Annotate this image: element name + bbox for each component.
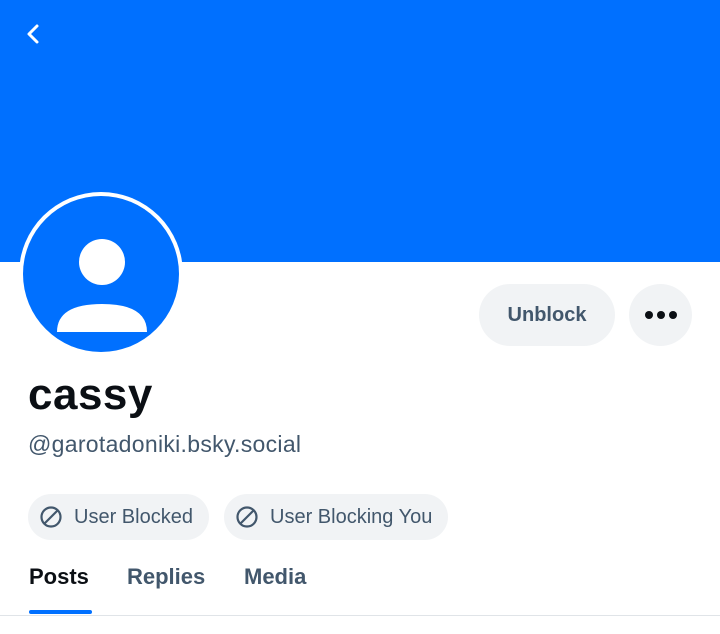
profile-handle: @garotadoniki.bsky.social (28, 431, 302, 457)
back-button[interactable] (14, 14, 54, 54)
badge-label: User Blocking You (270, 505, 433, 528)
block-icon (235, 505, 259, 529)
profile-tabs: Posts Replies Media (0, 554, 720, 616)
profile-display-name: cassy (28, 370, 153, 419)
tab-replies[interactable]: Replies (127, 564, 205, 590)
more-options-button[interactable] (629, 284, 692, 346)
active-tab-indicator (29, 610, 92, 614)
avatar[interactable] (19, 192, 183, 356)
tab-posts[interactable]: Posts (29, 564, 89, 590)
tab-media[interactable]: Media (244, 564, 306, 590)
block-icon (39, 505, 63, 529)
chevron-left-icon (27, 24, 39, 44)
user-blocking-you-badge[interactable]: User Blocking You (224, 494, 449, 540)
badge-label: User Blocked (74, 505, 193, 528)
ellipsis-icon (644, 311, 677, 319)
user-blocked-badge[interactable]: User Blocked (28, 494, 209, 540)
unblock-button[interactable]: Unblock (479, 284, 615, 346)
default-avatar-icon (23, 196, 179, 352)
